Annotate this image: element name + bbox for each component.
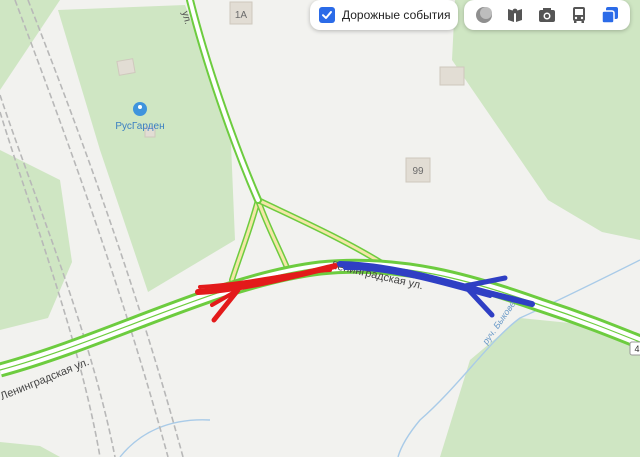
traffic-events-toggle[interactable]: Дорожные события xyxy=(310,0,458,30)
layers-icon[interactable] xyxy=(472,3,496,27)
route-badge-label: 4 xyxy=(634,344,639,354)
label-building-99: 99 xyxy=(412,166,424,177)
checkbox-checked-icon[interactable] xyxy=(319,7,335,23)
building-right-top xyxy=(439,66,465,86)
map-layers-icon[interactable] xyxy=(598,3,622,27)
panorama-icon[interactable] xyxy=(503,3,527,27)
photo-icon[interactable] xyxy=(535,3,559,27)
building-rusgarden-1 xyxy=(116,58,136,76)
map-tools-panel xyxy=(464,0,630,30)
transit-icon[interactable] xyxy=(567,3,591,27)
poi-rusgarden-label: РусГарден xyxy=(115,121,164,132)
label-building-1a: 1А xyxy=(235,10,248,21)
poi-rusgarden-icon-head xyxy=(138,105,142,109)
map-canvas[interactable]: РусГарден 1А 99 ул. Ленинградская ул. Ле… xyxy=(0,0,640,457)
traffic-events-label: Дорожные события xyxy=(342,8,451,22)
